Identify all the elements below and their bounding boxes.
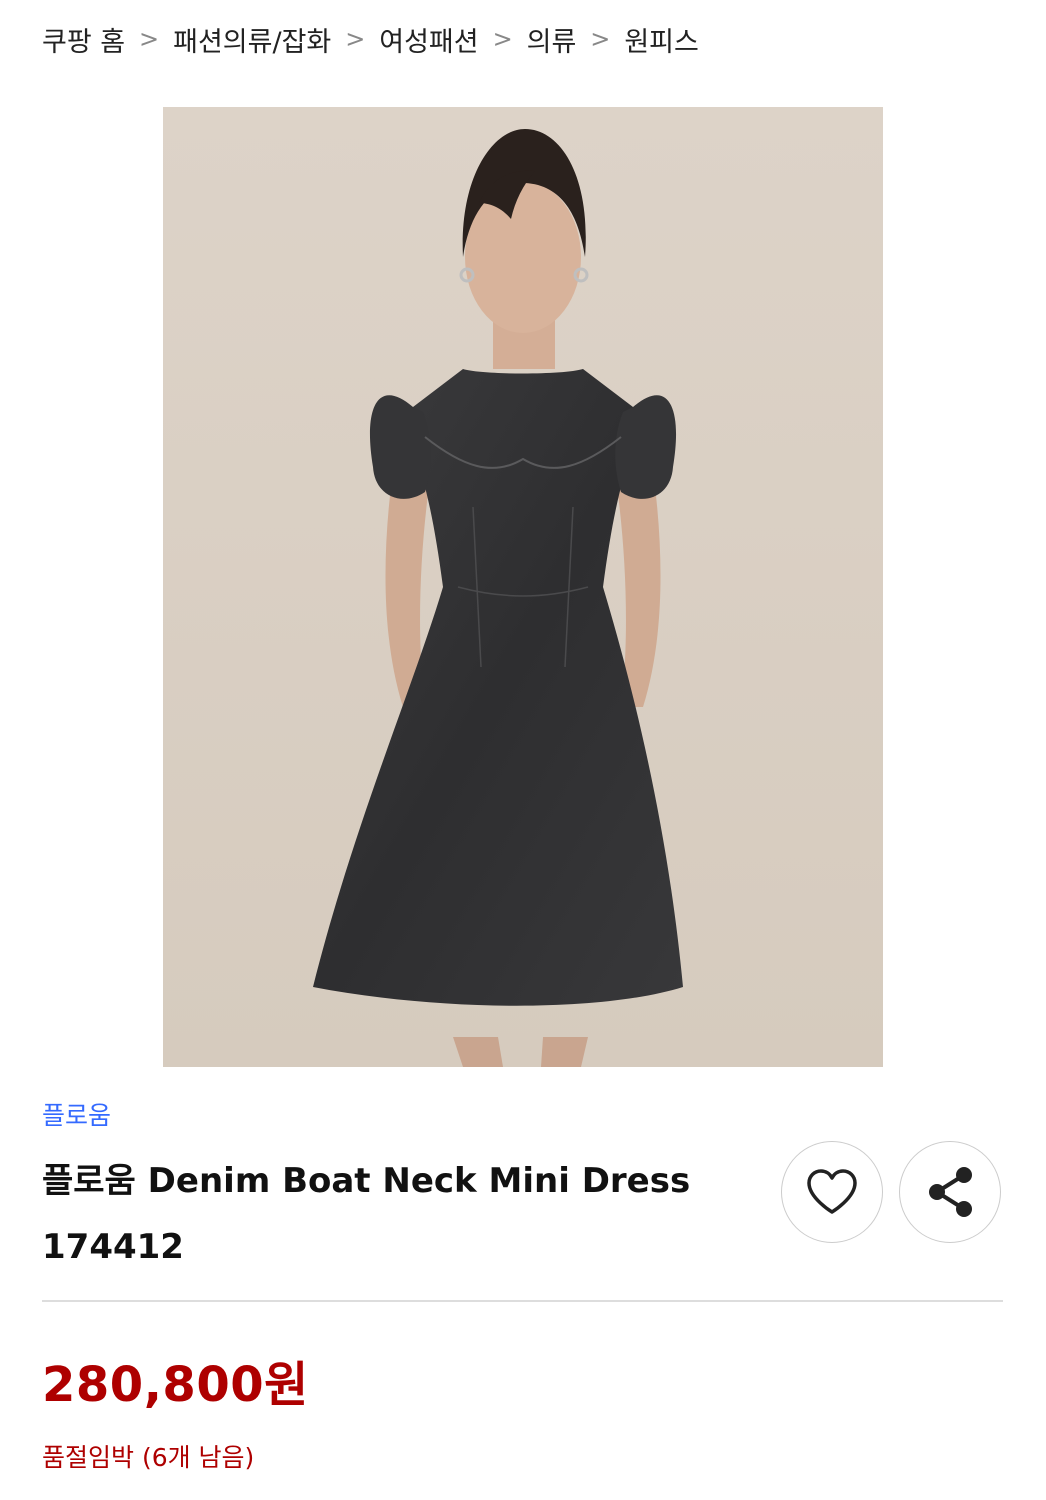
wishlist-button[interactable] [781, 1141, 883, 1243]
breadcrumb-separator: > [139, 25, 160, 53]
stock-status: 품절임박 (6개 남음) [42, 1443, 255, 1472]
breadcrumb-separator: > [492, 25, 513, 53]
product-title: 플로움 Denim Boat Neck Mini Dress 174412 [42, 1148, 762, 1280]
breadcrumb-separator: > [590, 25, 611, 53]
breadcrumb: 쿠팡 홈 > 패션의류/잡화 > 여성패션 > 의류 > 원피스 [42, 14, 699, 64]
breadcrumb-item-clothing[interactable]: 의류 [527, 20, 577, 59]
product-image[interactable] [163, 107, 883, 1067]
product-photo [163, 107, 883, 1067]
price: 280,800원 [42, 1357, 309, 1413]
breadcrumb-separator: > [345, 25, 366, 53]
divider [42, 1300, 1003, 1302]
breadcrumb-item-home[interactable]: 쿠팡 홈 [42, 20, 125, 59]
product-title-line2: 174412 [42, 1227, 184, 1267]
brand-link[interactable]: 플로움 [42, 1096, 111, 1132]
share-button[interactable] [899, 1141, 1001, 1243]
product-title-line1: 플로움 Denim Boat Neck Mini Dress [42, 1161, 691, 1201]
breadcrumb-item-fashion[interactable]: 패션의류/잡화 [173, 20, 331, 59]
heart-icon [807, 1169, 857, 1214]
breadcrumb-item-women[interactable]: 여성패션 [379, 20, 478, 59]
breadcrumb-item-dresses[interactable]: 원피스 [624, 20, 699, 59]
share-icon [929, 1167, 972, 1217]
